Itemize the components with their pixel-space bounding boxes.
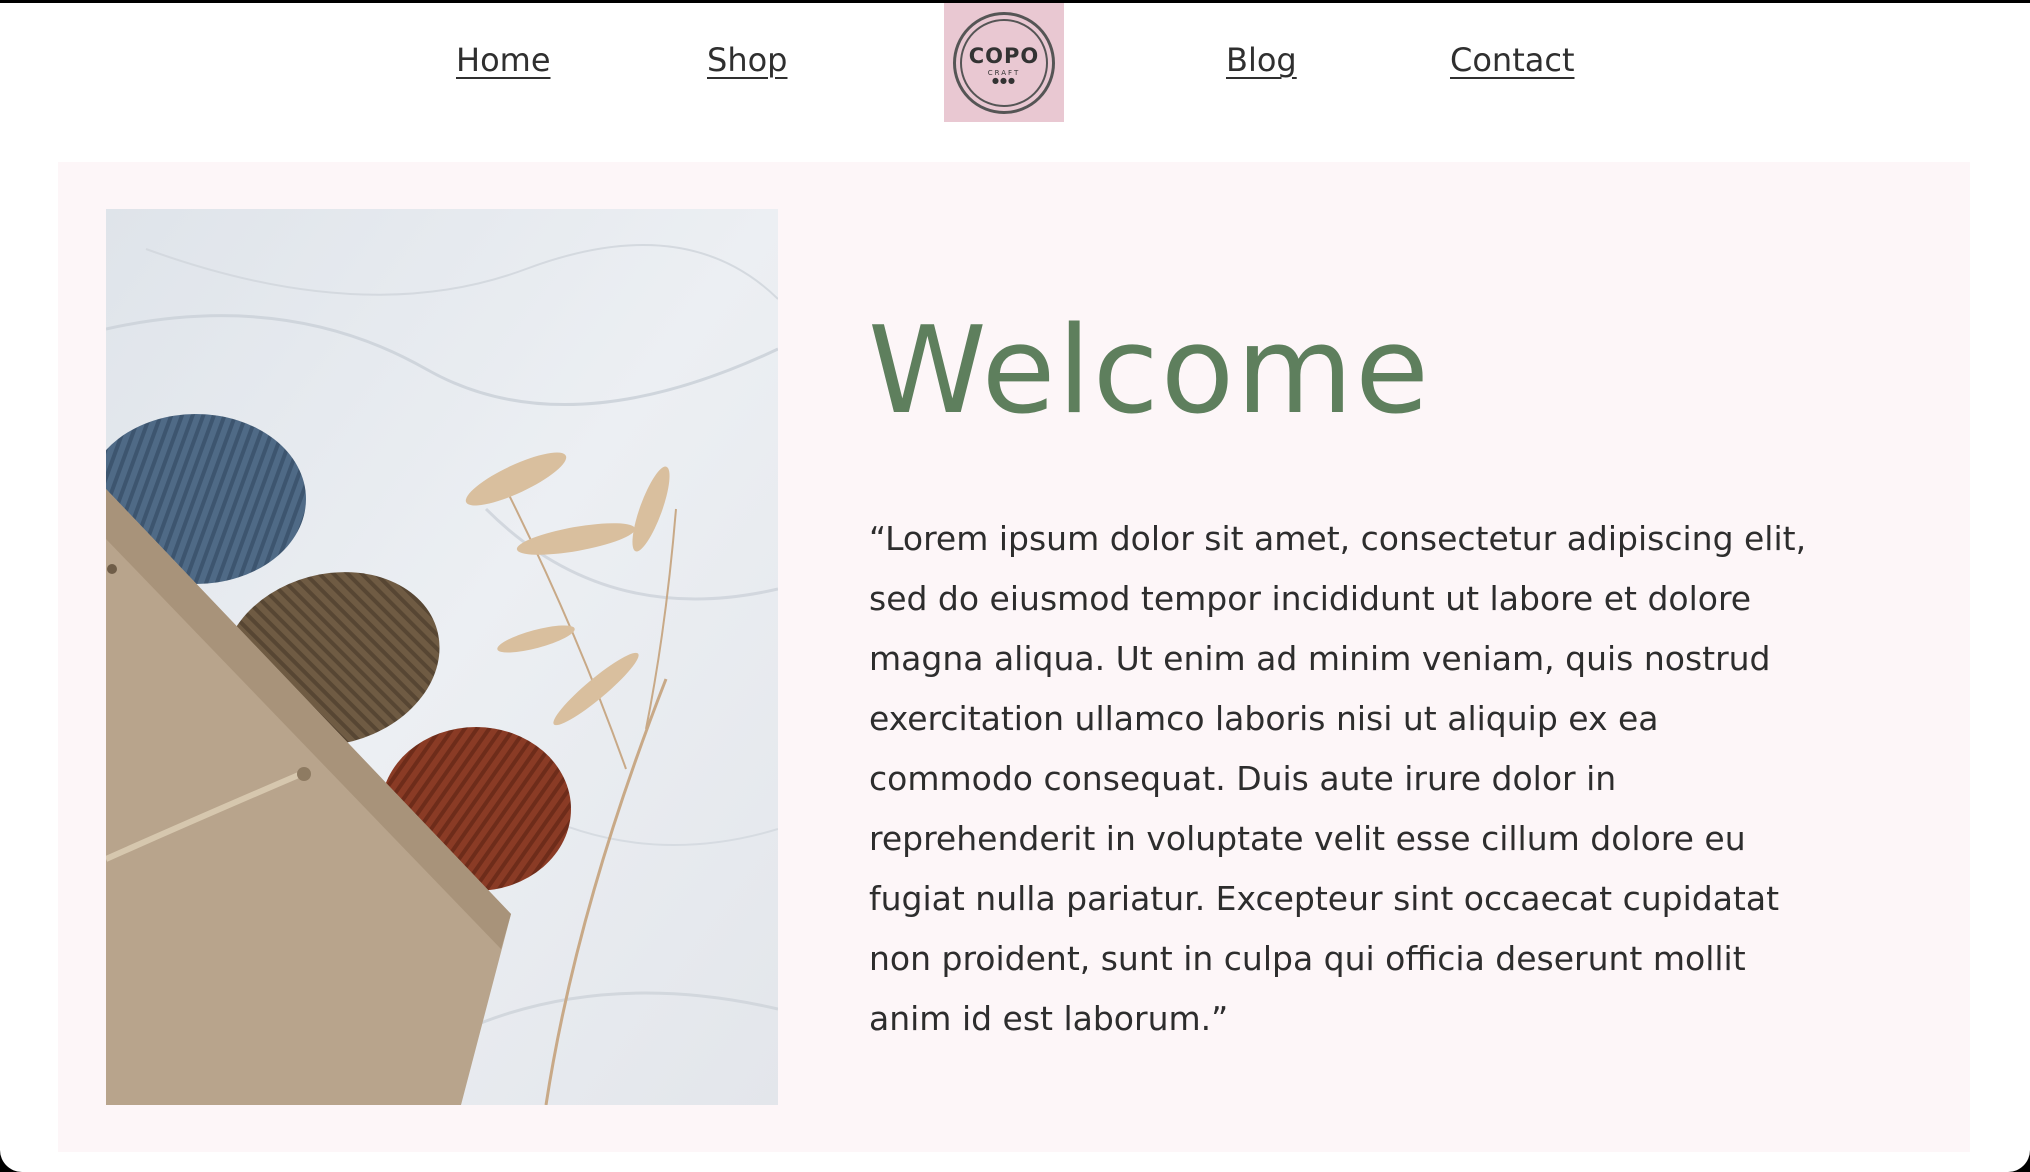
page: Home Shop COPO CRAFT ●●● Blog Contact We…	[0, 3, 2030, 1172]
nav-link-contact[interactable]: Contact	[1450, 41, 1575, 79]
page-title: Welcome	[868, 302, 1431, 441]
nav-link-blog[interactable]: Blog	[1226, 41, 1297, 79]
logo[interactable]: COPO CRAFT ●●●	[944, 3, 1064, 122]
top-nav: Home Shop COPO CRAFT ●●● Blog Contact	[0, 3, 2030, 125]
yarn-photo	[106, 209, 778, 1105]
welcome-section: Welcome “Lorem ipsum dolor sit amet, con…	[58, 162, 1970, 1152]
logo-badge: COPO CRAFT ●●●	[953, 11, 1055, 114]
nav-link-home[interactable]: Home	[456, 41, 551, 79]
logo-yarn-icon: ●●●	[992, 76, 1016, 85]
welcome-text: “Lorem ipsum dolor sit amet, consectetur…	[869, 519, 1807, 1038]
nav-link-shop[interactable]: Shop	[707, 41, 787, 79]
logo-text: COPO	[968, 44, 1040, 68]
